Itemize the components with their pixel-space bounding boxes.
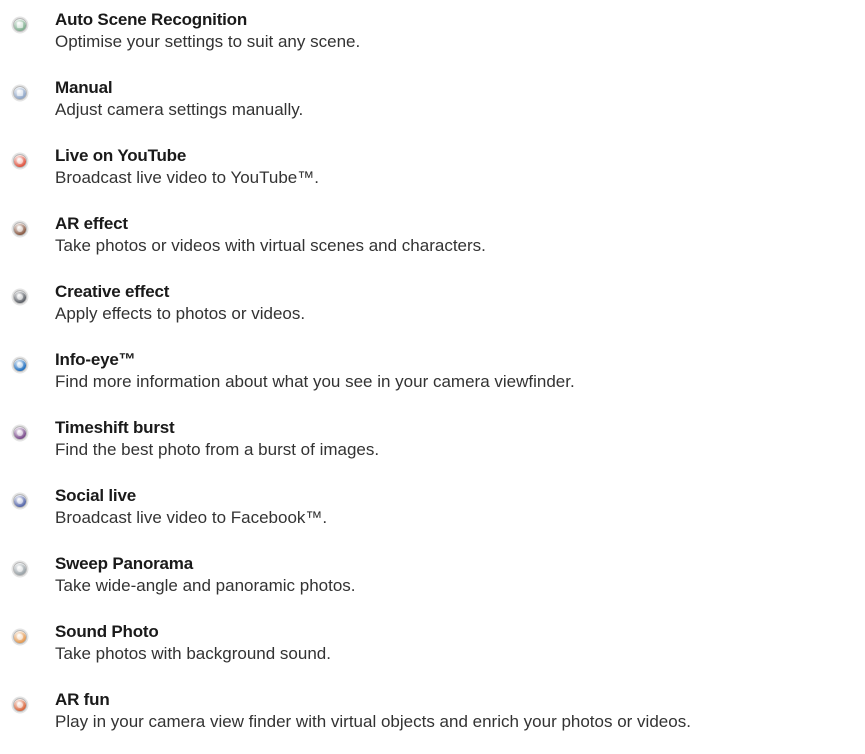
mode-description: Optimise your settings to suit any scene… [55, 32, 361, 51]
mode-item-ar-effect: AR effect Take photos or videos with vir… [0, 211, 865, 275]
social-live-icon [13, 494, 27, 508]
mode-item-sound-photo: Sound Photo Take photos with background … [0, 619, 865, 683]
manual-m-icon [13, 86, 27, 100]
youtube-live-icon [13, 154, 27, 168]
mode-item-sweep-panorama: Sweep Panorama Take wide-angle and panor… [0, 551, 865, 615]
scn-auto-icon [13, 18, 27, 32]
mode-item-social-live: Social live Broadcast live video to Face… [0, 483, 865, 547]
mode-title: Live on YouTube [55, 146, 187, 165]
sweep-panorama-icon [13, 562, 27, 576]
mode-description: Broadcast live video to YouTube™. [55, 168, 319, 187]
mode-title: Creative effect [55, 282, 170, 301]
mode-item-live-on-youtube: Live on YouTube Broadcast live video to … [0, 143, 865, 207]
mode-description: Take photos or videos with virtual scene… [55, 236, 486, 255]
mode-description: Broadcast live video to Facebook™. [55, 508, 328, 527]
mode-item-info-eye: Info-eye™ Find more information about wh… [0, 347, 865, 411]
mode-item-manual: Manual Adjust camera settings manually. [0, 75, 865, 139]
mode-description: Take wide-angle and panoramic photos. [55, 576, 356, 595]
mode-title: Timeshift burst [55, 418, 175, 437]
mode-description: Find more information about what you see… [55, 372, 575, 391]
ar-effect-icon [13, 222, 27, 236]
timeshift-burst-icon [13, 426, 27, 440]
ar-fun-icon [13, 698, 27, 712]
mode-item-timeshift-burst: Timeshift burst Find the best photo from… [0, 415, 865, 479]
mode-description: Find the best photo from a burst of imag… [55, 440, 380, 459]
mode-title: Auto Scene Recognition [55, 10, 248, 29]
mode-item-creative-effect: Creative effect Apply effects to photos … [0, 279, 865, 343]
info-eye-icon [13, 358, 27, 372]
mode-title: Social live [55, 486, 136, 505]
mode-item-ar-fun: AR fun Play in your camera view finder w… [0, 687, 865, 751]
mode-item-auto-scene-recognition: Auto Scene Recognition Optimise your set… [0, 7, 865, 71]
mode-description: Adjust camera settings manually. [55, 100, 304, 119]
mode-title: AR fun [55, 690, 110, 709]
mode-title: Info-eye™ [55, 350, 136, 369]
mode-title: AR effect [55, 214, 128, 233]
mode-description: Apply effects to photos or videos. [55, 304, 306, 323]
mode-description: Take photos with background sound. [55, 644, 331, 663]
creative-effect-icon [13, 290, 27, 304]
mode-title: Sound Photo [55, 622, 159, 641]
sound-photo-icon [13, 630, 27, 644]
mode-description: Play in your camera view finder with vir… [55, 712, 691, 731]
mode-title: Manual [55, 78, 113, 97]
mode-title: Sweep Panorama [55, 554, 193, 573]
